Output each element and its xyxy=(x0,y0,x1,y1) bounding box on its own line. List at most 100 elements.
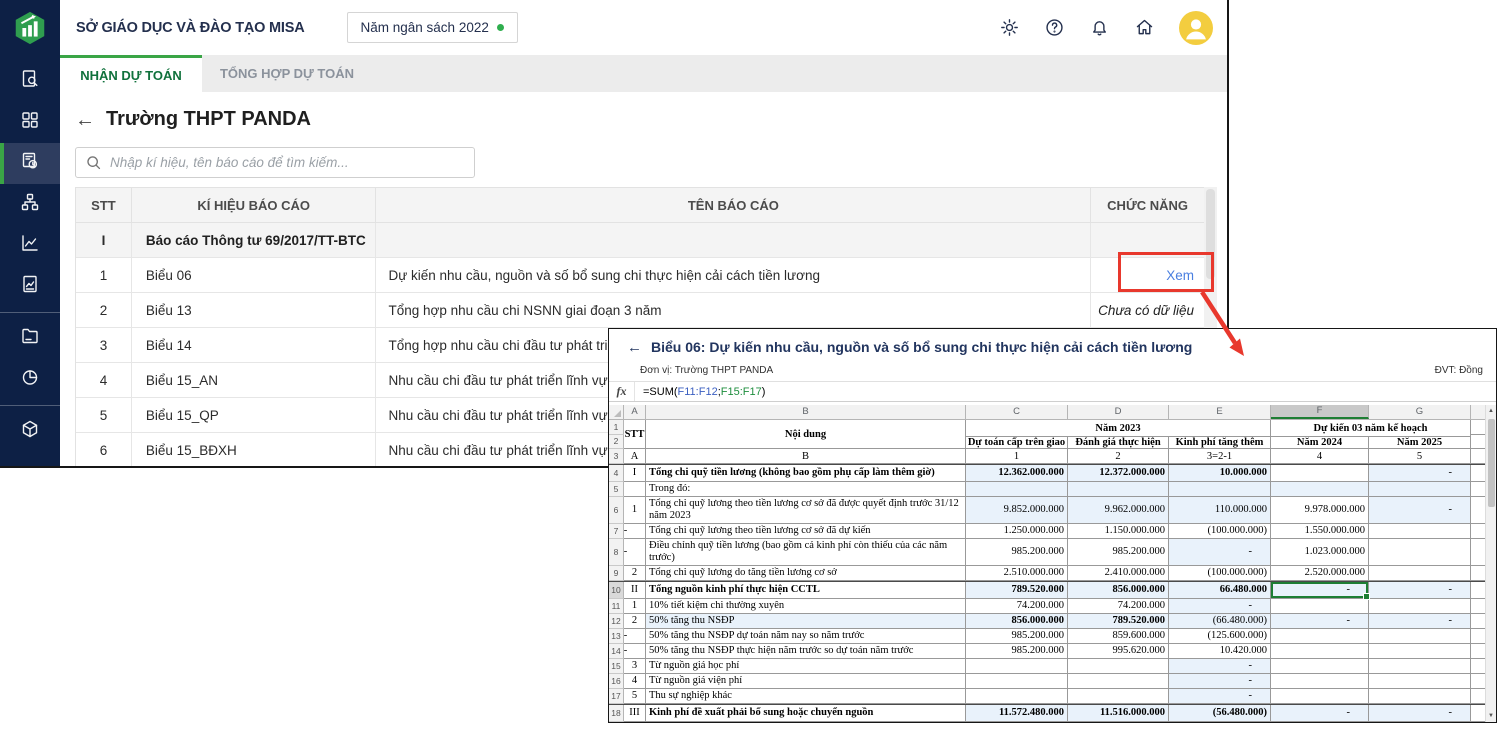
cell-A8[interactable]: - xyxy=(624,539,646,566)
scroll-down-icon[interactable]: ▼ xyxy=(1488,710,1494,722)
row-header-4[interactable]: 4 xyxy=(609,465,624,482)
cell-F6[interactable]: 9.978.000.000 xyxy=(1271,497,1369,524)
column-header-B[interactable]: B xyxy=(646,405,966,419)
row-header-1[interactable]: 1 xyxy=(609,420,624,435)
cell-B16[interactable]: Từ nguồn giá viện phí xyxy=(646,674,966,689)
cell-B8[interactable]: Điều chỉnh quỹ tiền lương (bao gồm cả ki… xyxy=(646,539,966,566)
cell-C8[interactable]: 985.200.000 xyxy=(966,539,1068,566)
cell-C7[interactable]: 1.250.000.000 xyxy=(966,524,1068,539)
cell-G2-nam-2025[interactable]: Năm 2025 xyxy=(1369,437,1471,449)
cell-G4[interactable]: - xyxy=(1369,465,1471,482)
cell-B12[interactable]: 50% tăng thu NSĐP xyxy=(646,614,966,629)
row-header-3[interactable]: 3 xyxy=(609,449,624,464)
row-header-9[interactable]: 9 xyxy=(609,566,624,581)
cell-D5[interactable] xyxy=(1068,482,1169,497)
back-arrow-icon[interactable]: ← xyxy=(75,110,95,130)
notifications-icon[interactable] xyxy=(1089,17,1110,38)
cell-D8[interactable]: 985.200.000 xyxy=(1068,539,1169,566)
cell-E4[interactable]: 10.000.000 xyxy=(1169,465,1271,482)
sidebar-item-org-structure[interactable] xyxy=(0,184,60,225)
cell-B10[interactable]: Tổng nguồn kinh phí thực hiện CCTL xyxy=(646,582,966,599)
cell-C18[interactable]: 11.572.480.000 xyxy=(966,705,1068,722)
cell-F10[interactable]: - xyxy=(1271,582,1370,600)
cell-F15[interactable] xyxy=(1271,659,1369,674)
cell-E11[interactable]: - xyxy=(1169,599,1271,614)
cell-A18[interactable]: III xyxy=(624,705,646,722)
cell-A1-stt[interactable]: STT xyxy=(624,420,646,449)
cell-E2[interactable]: Kinh phí tăng thêm xyxy=(1169,437,1271,449)
cell-G3[interactable]: 5 xyxy=(1369,449,1471,464)
row-header-10[interactable]: 10 xyxy=(609,582,624,599)
row-header-6[interactable]: 6 xyxy=(609,497,624,524)
cell-E13[interactable]: (125.600.000) xyxy=(1169,629,1271,644)
cell-B7[interactable]: Tổng chi quỹ lương theo tiền lương cơ sở… xyxy=(646,524,966,539)
cell-C1-nam-2023[interactable]: Năm 2023 xyxy=(966,420,1271,437)
sidebar-item-pie-chart[interactable] xyxy=(0,359,60,400)
cell-F16[interactable] xyxy=(1271,674,1369,689)
sidebar-item-cube[interactable] xyxy=(0,411,60,452)
cell-B11[interactable]: 10% tiết kiệm chi thường xuyên xyxy=(646,599,966,614)
user-avatar[interactable] xyxy=(1179,10,1213,45)
cell-B14[interactable]: 50% tăng thu NSĐP thực hiện năm trước so… xyxy=(646,644,966,659)
cell-D4[interactable]: 12.372.000.000 xyxy=(1068,465,1169,482)
cell-F5[interactable] xyxy=(1271,482,1369,497)
cell-E9[interactable]: (100.000.000) xyxy=(1169,566,1271,581)
select-all-corner[interactable] xyxy=(609,405,624,419)
cell-E7[interactable]: (100.000.000) xyxy=(1169,524,1271,539)
column-header-D[interactable]: D xyxy=(1068,405,1169,419)
cell-A3[interactable]: A xyxy=(624,449,646,464)
cell-G10[interactable]: - xyxy=(1369,582,1471,599)
cell-F17[interactable] xyxy=(1271,689,1369,704)
cell-G17[interactable] xyxy=(1369,689,1471,704)
settings-icon[interactable] xyxy=(999,17,1020,38)
cell-A15[interactable]: 3 xyxy=(624,659,646,674)
cell-A13[interactable]: - xyxy=(624,629,646,644)
cell-C17[interactable] xyxy=(966,689,1068,704)
cell-D11[interactable]: 74.200.000 xyxy=(1068,599,1169,614)
sidebar-item-folder[interactable] xyxy=(0,318,60,359)
formula-bar[interactable]: fx =SUM(F11:F12;F15:F17) xyxy=(609,381,1496,402)
cell-D14[interactable]: 995.620.000 xyxy=(1068,644,1169,659)
cell-C5[interactable] xyxy=(966,482,1068,497)
cell-E8[interactable]: - xyxy=(1169,539,1271,566)
cell-F12[interactable]: - xyxy=(1271,614,1369,629)
cell-D2[interactable]: Đánh giá thực hiện xyxy=(1068,437,1169,449)
row-header-12[interactable]: 12 xyxy=(609,614,624,629)
cell-D13[interactable]: 859.600.000 xyxy=(1068,629,1169,644)
row-header-14[interactable]: 14 xyxy=(609,644,624,659)
formula-text[interactable]: =SUM(F11:F12;F15:F17) xyxy=(635,386,765,398)
tab-tong-hop-du-toan[interactable]: TỔNG HỢP DỰ TOÁN xyxy=(202,55,372,92)
cell-D16[interactable] xyxy=(1068,674,1169,689)
cell-C14[interactable]: 985.200.000 xyxy=(966,644,1068,659)
cell-E14[interactable]: 10.420.000 xyxy=(1169,644,1271,659)
sheet-vertical-scrollbar[interactable]: ▲ ▼ xyxy=(1485,405,1496,722)
cell-A4[interactable]: I xyxy=(624,465,646,482)
cell-B15[interactable]: Từ nguồn giá học phí xyxy=(646,659,966,674)
row-header-16[interactable]: 16 xyxy=(609,674,624,689)
cell-B18[interactable]: Kinh phí đề xuất phải bổ sung hoặc chuyể… xyxy=(646,705,966,722)
cell-A16[interactable]: 4 xyxy=(624,674,646,689)
cell-F9[interactable]: 2.520.000.000 xyxy=(1271,566,1369,581)
cell-A14[interactable]: - xyxy=(624,644,646,659)
cell-B4[interactable]: Tổng chi quỹ tiền lương (không bao gồm p… xyxy=(646,465,966,482)
cell-D9[interactable]: 2.410.000.000 xyxy=(1068,566,1169,581)
cell-D17[interactable] xyxy=(1068,689,1169,704)
row-header-7[interactable]: 7 xyxy=(609,524,624,539)
row-header-2[interactable]: 2 xyxy=(609,434,624,449)
column-header-E[interactable]: E xyxy=(1169,405,1271,419)
sidebar-item-report-summary[interactable] xyxy=(0,266,60,307)
row-header-15[interactable]: 15 xyxy=(609,659,624,674)
cell-E6[interactable]: 110.000.000 xyxy=(1169,497,1271,524)
cell-B3[interactable]: B xyxy=(646,449,966,464)
cell-A10[interactable]: II xyxy=(624,582,646,599)
row-header-5[interactable]: 5 xyxy=(609,482,624,497)
cell-F13[interactable] xyxy=(1271,629,1369,644)
sidebar-item-dashboard[interactable] xyxy=(0,102,60,143)
cell-C11[interactable]: 74.200.000 xyxy=(966,599,1068,614)
column-header-G[interactable]: G xyxy=(1369,405,1471,419)
cell-D15[interactable] xyxy=(1068,659,1169,674)
cell-E16[interactable]: - xyxy=(1169,674,1271,689)
cell-C6[interactable]: 9.852.000.000 xyxy=(966,497,1068,524)
cell-A17[interactable]: 5 xyxy=(624,689,646,704)
cell-A9[interactable]: 2 xyxy=(624,566,646,581)
